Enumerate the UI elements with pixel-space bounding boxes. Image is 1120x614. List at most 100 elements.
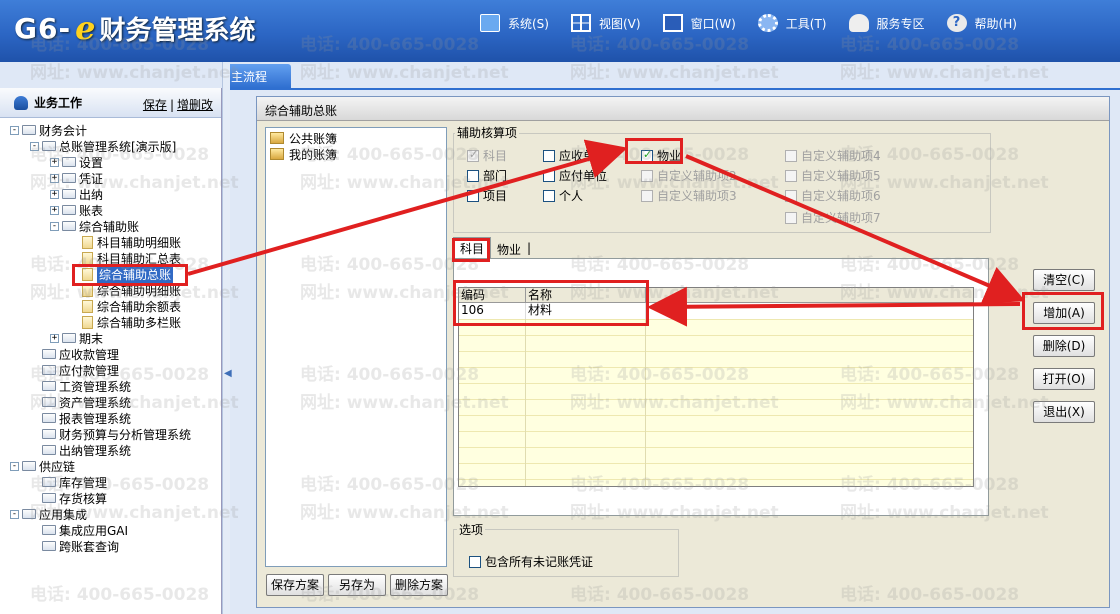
tree-node[interactable]: + 账表 — [50, 202, 103, 218]
aux-item-checkbox[interactable]: 个人 — [543, 187, 583, 204]
tree-node[interactable]: 库存管理 — [30, 474, 107, 490]
tree-node[interactable]: 财务预算与分析管理系统 — [30, 426, 191, 442]
tree-node[interactable]: + 期末 — [50, 330, 103, 346]
collapse-icon[interactable]: - — [50, 221, 59, 231]
aux-item-checkbox[interactable]: 应付单位 — [543, 167, 607, 184]
folder-icon — [42, 413, 56, 423]
expand-icon[interactable]: + — [50, 333, 59, 343]
scheme-mine[interactable]: 我的账簿 — [270, 146, 337, 162]
tree-node[interactable]: 科目辅助汇总表 — [82, 250, 181, 266]
tree-node[interactable]: 跨账套查询 — [30, 538, 119, 554]
tree-node-label: 跨账套查询 — [59, 539, 120, 554]
folder-icon — [42, 541, 56, 551]
aux-item-checkbox[interactable]: 项目 — [467, 187, 507, 204]
tree-node-label: 综合辅助明细账 — [97, 283, 182, 298]
tree-node[interactable]: 报表管理系统 — [30, 410, 131, 426]
menu-view[interactable]: 视图(V) — [570, 14, 641, 32]
checkbox-box[interactable] — [543, 169, 555, 182]
save-as-button[interactable]: 另存为 — [328, 574, 386, 596]
tree-node[interactable]: 综合辅助总账 — [82, 265, 174, 283]
panel-header: 业务工作 保存 | 增删改 — [0, 88, 221, 118]
tree-node[interactable]: 综合辅助明细账 — [82, 282, 181, 298]
exit-button[interactable]: 退出(X) — [1033, 401, 1095, 423]
expand-icon[interactable]: + — [50, 173, 59, 183]
aux-item-checkbox: 自定义辅助项6 — [785, 187, 881, 204]
aux-item-checkbox[interactable]: 部门 — [467, 167, 507, 184]
collapse-arrow-icon[interactable]: ◀ — [224, 368, 232, 379]
aux-item-label: 自定义辅助项7 — [801, 211, 881, 225]
options-group-label: 选项 — [457, 521, 486, 538]
scheme-list[interactable]: 公共账簿 我的账簿 — [265, 127, 447, 567]
tree-node[interactable]: 资产管理系统 — [30, 394, 131, 410]
menu-help[interactable]: ? 帮助(H) — [946, 14, 1017, 32]
aux-item-checkbox[interactable]: 应收单位 — [543, 147, 607, 164]
collapse-icon[interactable]: - — [10, 461, 19, 471]
tree-node[interactable]: 综合辅助多栏账 — [82, 314, 181, 330]
tree-node[interactable]: + 凭证 — [50, 170, 103, 186]
tree-node[interactable]: - 综合辅助账 — [50, 218, 139, 234]
tree-node-label: 财务预算与分析管理系统 — [59, 427, 192, 442]
tab-property[interactable]: 物业 — [491, 239, 527, 259]
expand-icon[interactable]: + — [50, 205, 59, 215]
checkbox-box — [641, 189, 653, 202]
tree-node[interactable]: + 出纳 — [50, 186, 103, 202]
tree-node[interactable]: 集成应用GAI — [30, 522, 128, 538]
add-button[interactable]: 增加(A) — [1033, 302, 1095, 324]
tab-main-flow[interactable]: 主流程 — [225, 64, 291, 88]
tree-node[interactable]: 综合辅助余额表 — [82, 298, 181, 314]
include-unposted-box[interactable] — [469, 555, 481, 568]
folder-icon — [62, 205, 76, 215]
collapse-icon[interactable]: - — [10, 125, 19, 135]
table-row[interactable]: 106 材料 — [459, 303, 973, 319]
checkbox-box[interactable] — [641, 148, 653, 162]
tree-node[interactable]: + 设置 — [50, 154, 103, 170]
subject-grid[interactable]: 编码 名称 106 材料 — [458, 287, 974, 487]
scheme-public[interactable]: 公共账簿 — [270, 130, 337, 146]
business-work-panel: 业务工作 保存 | 增删改 - 财务会计 - 总账管理系统[演示版] + 设置 + 凭证 + 出纳 + 账… — [0, 88, 222, 614]
include-unposted-checkbox[interactable]: 包含所有未记账凭证 — [469, 553, 593, 570]
tree-node[interactable]: 存货核算 — [30, 490, 107, 506]
menu-window[interactable]: 窗口(W) — [662, 14, 736, 32]
aux-item-label: 自定义辅助项2 — [657, 169, 737, 183]
grid-header-code: 编码 — [459, 288, 526, 303]
tree-node-label: 设置 — [79, 155, 104, 170]
aux-item-checkbox: 科目 — [467, 147, 507, 164]
tab-subject[interactable]: 科目 — [453, 237, 492, 259]
clear-button[interactable]: 清空(C) — [1033, 269, 1095, 291]
checkbox-box[interactable] — [467, 169, 479, 182]
delete-scheme-button[interactable]: 删除方案 — [390, 574, 448, 596]
aux-item-checkbox[interactable]: 物业 — [641, 147, 681, 164]
tree-node-label: 出纳管理系统 — [59, 443, 132, 458]
tree-node[interactable]: 应付款管理 — [30, 362, 119, 378]
tree-node[interactable]: - 供应链 — [10, 458, 75, 474]
checkbox-box[interactable] — [467, 189, 479, 202]
tree-node[interactable]: - 总账管理系统[演示版] — [30, 138, 176, 154]
menu-tools[interactable]: 工具(T) — [757, 14, 827, 32]
book-icon — [270, 148, 284, 160]
aux-item-checkbox: 自定义辅助项4 — [785, 147, 881, 164]
save-scheme-button[interactable]: 保存方案 — [266, 574, 324, 596]
expand-icon[interactable]: + — [50, 157, 59, 167]
edit-link[interactable]: 增删改 — [177, 98, 213, 112]
folder-icon — [42, 493, 56, 503]
tree-node-label: 报表管理系统 — [59, 411, 132, 426]
panel-splitter[interactable]: ◀ — [222, 62, 232, 614]
collapse-icon[interactable]: - — [30, 141, 39, 151]
checkbox-box[interactable] — [543, 149, 555, 162]
tree-node[interactable]: 工资管理系统 — [30, 378, 131, 394]
menu-service[interactable]: 服务专区 — [848, 14, 925, 32]
save-link[interactable]: 保存 — [143, 98, 167, 112]
delete-button[interactable]: 删除(D) — [1033, 335, 1095, 357]
menu-system[interactable]: 系统(S) — [480, 14, 549, 32]
expand-icon[interactable]: + — [50, 189, 59, 199]
tree-node[interactable]: - 应用集成 — [10, 506, 87, 522]
open-button[interactable]: 打开(O) — [1033, 368, 1095, 390]
tree-node[interactable]: 应收款管理 — [30, 346, 119, 362]
logo-g6: G6- — [14, 11, 72, 45]
checkbox-box[interactable] — [543, 189, 555, 202]
inner-tabs: 科目 物业 | — [453, 237, 531, 259]
collapse-icon[interactable]: - — [10, 509, 19, 519]
tree-node[interactable]: 科目辅助明细账 — [82, 234, 181, 250]
tree-node[interactable]: - 财务会计 — [10, 122, 87, 138]
tree-node[interactable]: 出纳管理系统 — [30, 442, 131, 458]
